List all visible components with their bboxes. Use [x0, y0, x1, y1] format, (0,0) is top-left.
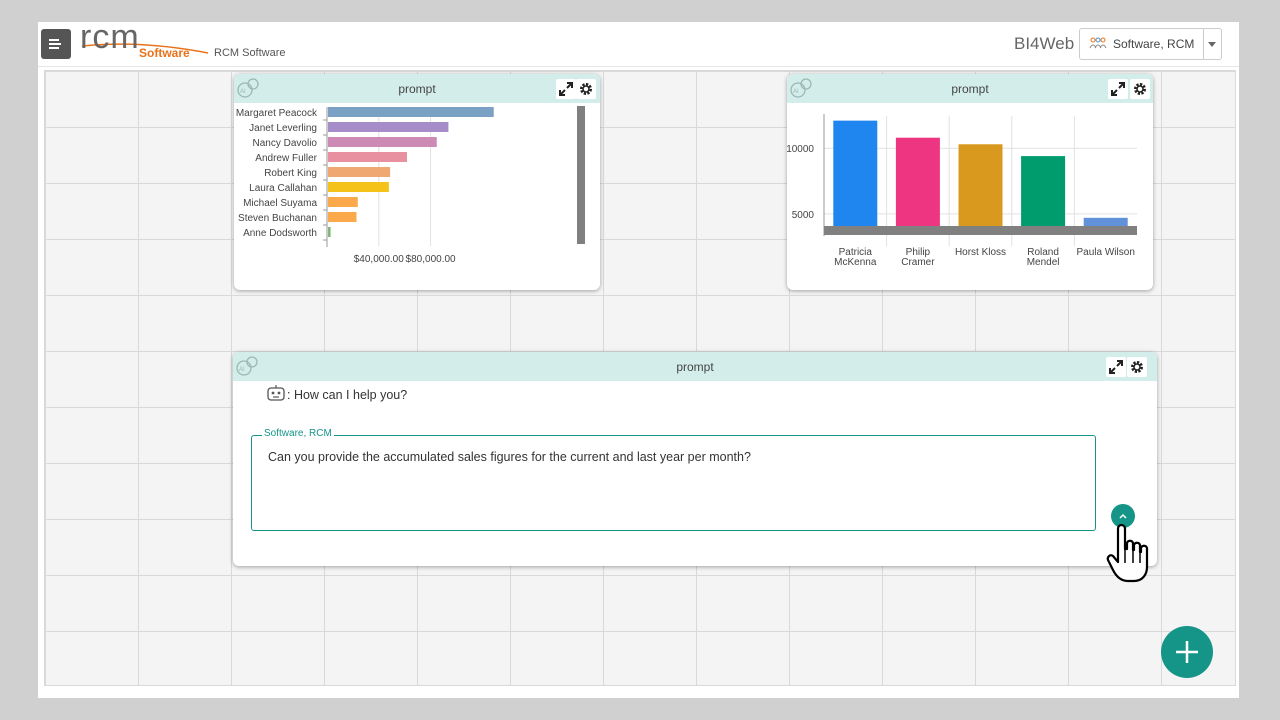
widget-title: prompt: [398, 82, 436, 96]
y-tick-label: 10000: [787, 144, 814, 155]
x-tick-label: $80,000.00: [406, 254, 456, 265]
vertical-bar-chart: 500010000PatriciaMcKennaPhilipCramerHors…: [787, 114, 1137, 268]
settings-button[interactable]: [1127, 357, 1147, 377]
logo-word: rcm: [80, 22, 140, 56]
widget-customer-sales: AI prompt 5000 10000 Patricia McKenna Philip…: [787, 74, 1153, 290]
widget-header[interactable]: AI prompt: [787, 74, 1153, 103]
widget-header[interactable]: AI prompt: [234, 74, 600, 103]
category-label: Horst Kloss: [955, 247, 1006, 258]
category-label: Cramer: [901, 257, 935, 268]
category-label: Steven Buchanan: [238, 213, 317, 224]
top-bar: rcm Software RCM Software BI4Web Softwar…: [38, 22, 1239, 67]
scrollbar-thumb: [577, 106, 585, 244]
bar: [1021, 156, 1066, 227]
category-label: Nancy Davolio: [253, 138, 318, 149]
category-label: Paula Wilson: [1077, 247, 1135, 258]
user-group-icon: [1089, 37, 1107, 49]
user-selector[interactable]: Software, RCM: [1079, 28, 1222, 60]
bar: [895, 137, 940, 227]
y-tick-label: 5000: [792, 210, 815, 221]
company-name: RCM Software: [214, 47, 286, 59]
prompt-input-value[interactable]: Can you provide the accumulated sales fi…: [268, 450, 751, 464]
expand-button[interactable]: [1106, 357, 1126, 377]
bar: [328, 182, 389, 192]
widget-title: prompt: [676, 360, 714, 374]
category-label: Laura Callahan: [249, 183, 317, 194]
category-label: Michael Suyama: [243, 198, 317, 209]
horizontal-bar-chart: Margaret Peacock Janet Leverling Nancy Dav…: [236, 106, 585, 265]
widget-title: prompt: [951, 82, 989, 96]
bar: [328, 152, 407, 162]
robot-icon: [267, 385, 285, 401]
bar: [328, 107, 494, 117]
prompt-input[interactable]: Software, RCM Can you provide the accumu…: [251, 428, 1096, 531]
gear-icon: [580, 83, 592, 95]
category-label: Margaret Peacock: [236, 108, 318, 119]
category-label: Mendel: [1027, 257, 1060, 268]
gear-icon: [1134, 83, 1146, 95]
bar: [328, 212, 357, 222]
bar: [958, 144, 1003, 227]
bar: [1083, 217, 1128, 227]
category-label: Anne Dodsworth: [243, 228, 317, 239]
bar: [328, 122, 449, 132]
expand-button[interactable]: [556, 79, 576, 99]
plus-icon: [1176, 641, 1198, 663]
category-label: Janet Leverling: [249, 123, 317, 134]
category-label: McKenna: [834, 257, 877, 268]
bar: [328, 227, 331, 237]
selector-divider: [1203, 29, 1204, 59]
settings-button[interactable]: [1130, 79, 1150, 99]
bar: [328, 137, 437, 147]
prompt-input-label: Software, RCM: [262, 428, 334, 439]
bar: [833, 120, 878, 227]
bar: [328, 167, 391, 177]
widget-employee-sales: AI prompt Margaret Peacock Janet Leverlin…: [234, 74, 600, 290]
hand-pointer-icon: [1106, 523, 1149, 583]
settings-button[interactable]: [576, 79, 596, 99]
widget-prompt-chat: AI prompt : How can I help you? Software…: [233, 352, 1157, 566]
app-title: BI4Web: [1014, 34, 1075, 53]
menu-icon: [49, 39, 61, 49]
bar: [328, 197, 358, 207]
app-window: rcm Software RCM Software BI4Web Softwar…: [38, 22, 1239, 698]
add-widget-button[interactable]: [1161, 626, 1213, 678]
caret-down-icon[interactable]: [1208, 42, 1216, 47]
chevron-up-icon: [1119, 513, 1127, 519]
menu-button[interactable]: [41, 29, 71, 59]
expand-button[interactable]: [1108, 79, 1128, 99]
logo-subtitle: Software: [139, 46, 190, 60]
gear-icon: [1131, 361, 1143, 373]
widget-header[interactable]: AI prompt: [233, 352, 1157, 381]
expand-icon: [1109, 360, 1123, 374]
x-tick-label: $40,000.00: [354, 254, 404, 265]
bot-message-text: : How can I help you?: [287, 388, 408, 402]
rcm-logo: rcm Software: [80, 22, 210, 64]
user-name: Software, RCM: [1113, 37, 1195, 51]
expand-icon: [1111, 82, 1125, 96]
expand-icon: [559, 82, 573, 96]
category-label: Andrew Fuller: [255, 153, 317, 164]
scrollbar-thumb: [824, 226, 1137, 235]
category-label: Robert King: [264, 168, 317, 179]
